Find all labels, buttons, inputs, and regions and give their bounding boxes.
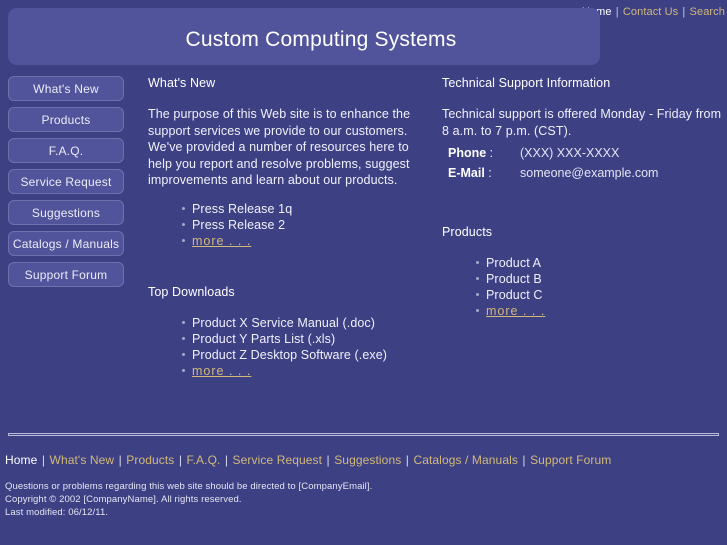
footer-note-line: Questions or problems regarding this web…: [5, 481, 373, 492]
more-link[interactable]: more . . .: [486, 304, 545, 318]
utility-nav-link-contact-us[interactable]: Contact Us: [623, 6, 678, 18]
section-products: Products Product A Product B Product Cmore…: [442, 225, 722, 319]
footer-note-line: Last modified: 06/12/11.: [5, 507, 109, 518]
tech-support-paragraph: Technical support is offered Monday - Fr…: [442, 107, 722, 138]
nav-separator: |: [402, 453, 413, 467]
utility-nav: Home | Contact Us | Search: [582, 5, 725, 19]
list-item: Press Release 2: [182, 217, 416, 233]
sidebar-item-what-s-new[interactable]: What's New: [8, 76, 124, 101]
whats-new-list: Press Release 1q Press Release 2 more . . …: [148, 201, 416, 249]
footer-note-line: Copyright © 2002 [CompanyName]. All righ…: [5, 494, 242, 505]
footer-divider: [8, 433, 719, 436]
footer-nav-link-what-s-new[interactable]: What's New: [50, 453, 115, 467]
left-content-column: What's New The purpose of this Web site …: [148, 76, 416, 379]
top-downloads-heading: Top Downloads: [148, 284, 235, 299]
section-tech-support: Technical Support Information Technical …: [442, 76, 722, 183]
right-content-column: Technical Support Information Technical …: [442, 76, 722, 319]
footer-nav-link-catalogs-manuals[interactable]: Catalogs / Manuals: [413, 453, 518, 467]
footer-nav-link-support-forum[interactable]: Support Forum: [530, 453, 611, 467]
section-whats-new: What's New The purpose of this Web site …: [148, 76, 416, 249]
list-item: Product Y Parts List (.xls): [182, 331, 416, 347]
list-item: Product Z Desktop Software (.exe): [182, 347, 416, 363]
sidebar-item-products[interactable]: Products: [8, 107, 124, 132]
list-item: Product B: [476, 271, 722, 287]
contact-row: E-Mail : someone@example.com: [442, 163, 722, 183]
sidebar-item-f-a-q[interactable]: F.A.Q.: [8, 138, 124, 163]
footer-nav-link-home[interactable]: Home: [5, 453, 37, 467]
nav-separator: |: [115, 453, 126, 467]
sidebar-item-support-forum[interactable]: Support Forum: [8, 262, 124, 287]
list-item: Product A: [476, 255, 722, 271]
list-item: Product X Service Manual (.doc): [182, 315, 416, 331]
page-title: Custom Computing Systems: [185, 28, 457, 51]
sidebar-item-suggestions[interactable]: Suggestions: [8, 200, 124, 225]
nav-separator: |: [518, 453, 530, 467]
tech-support-contact-rows: Phone : (XXX) XXX-XXXX E-Mail : someone@exa…: [442, 143, 722, 183]
list-item: Press Release 1q: [182, 201, 416, 217]
site-banner: Custom Computing Systems: [8, 8, 600, 65]
nav-separator: |: [679, 6, 689, 18]
section-top-downloads: Top Downloads Product X Service Manual (…: [148, 285, 416, 379]
footer-nav-link-f-a-q[interactable]: F.A.Q.: [187, 453, 221, 467]
contact-value: (XXX) XXX-XXXX: [520, 146, 620, 160]
whats-new-heading: What's New: [148, 76, 216, 90]
list-item[interactable]: more . . .: [182, 233, 416, 249]
nav-separator: |: [38, 453, 49, 467]
sidebar-item-service-request[interactable]: Service Request: [8, 169, 124, 194]
nav-separator: |: [175, 453, 186, 467]
footer-nav-link-products[interactable]: Products: [126, 453, 174, 467]
nav-separator: |: [221, 453, 232, 467]
sidebar-item-catalogs-manuals[interactable]: Catalogs / Manuals: [8, 231, 124, 256]
footer-notes: Questions or problems regarding this web…: [5, 480, 372, 519]
sidebar-nav: What's New Products F.A.Q. Service Request S…: [8, 76, 124, 293]
list-item: Product C: [476, 287, 722, 303]
nav-separator: |: [612, 6, 622, 18]
footer-nav-link-service-request[interactable]: Service Request: [233, 453, 323, 467]
contact-label: E-Mail :: [448, 166, 492, 180]
list-item[interactable]: more . . .: [182, 363, 416, 379]
whats-new-paragraph: The purpose of this Web site is to enhan…: [148, 107, 411, 187]
list-item[interactable]: more . . .: [476, 303, 722, 319]
contact-row: Phone : (XXX) XXX-XXXX: [442, 143, 722, 163]
more-link[interactable]: more . . .: [192, 364, 251, 378]
utility-nav-link-search[interactable]: Search: [690, 6, 725, 18]
footer-nav-link-suggestions[interactable]: Suggestions: [334, 453, 401, 467]
top-downloads-list: Product X Service Manual (.doc) Product Y…: [148, 315, 416, 379]
products-list: Product A Product B Product Cmore . . .: [442, 255, 722, 319]
contact-value: someone@example.com: [520, 166, 659, 180]
products-heading: Products: [442, 225, 493, 239]
tech-support-heading: Technical Support Information: [442, 76, 611, 90]
contact-label: Phone :: [448, 146, 494, 160]
nav-separator: |: [323, 453, 334, 467]
footer-nav: Home | What's New | Products | F.A.Q. | …: [5, 453, 611, 468]
more-link[interactable]: more . . .: [192, 234, 251, 248]
